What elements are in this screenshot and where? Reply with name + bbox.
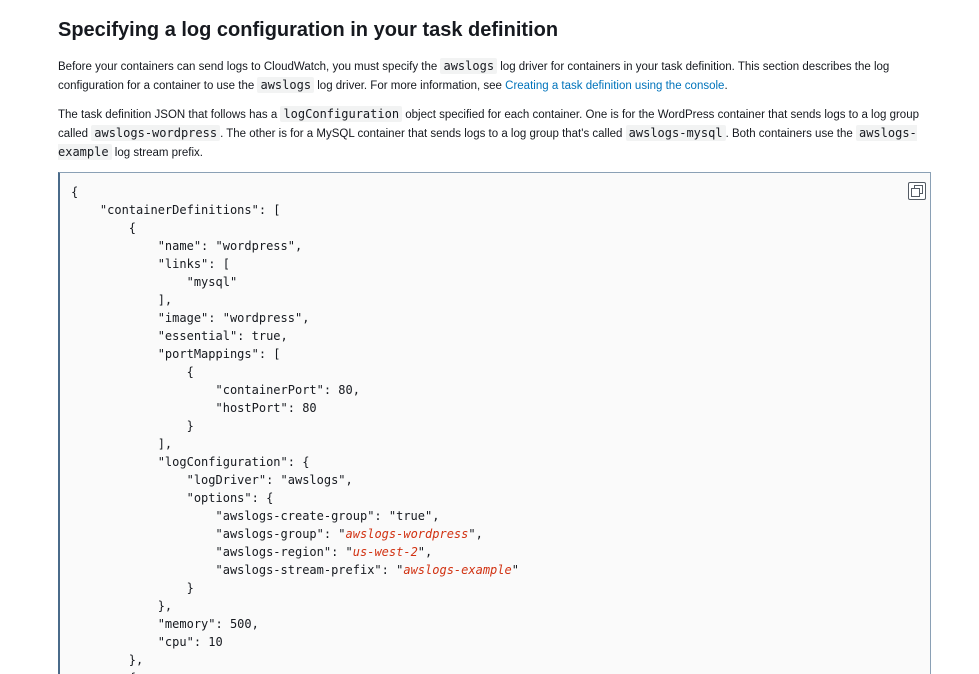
code-line: "links": [ bbox=[71, 255, 930, 273]
creating-task-definition-link[interactable]: Creating a task definition using the con… bbox=[505, 80, 724, 92]
code-line: "awslogs-create-group": "true", bbox=[71, 507, 930, 525]
code-text: "essential": true, bbox=[71, 329, 288, 343]
copy-button[interactable] bbox=[908, 182, 926, 200]
para2-text-5: log stream prefix. bbox=[111, 147, 203, 159]
code-line: } bbox=[71, 417, 930, 435]
inline-code-awslogs-2: awslogs bbox=[257, 77, 315, 93]
code-text: "links": [ bbox=[71, 257, 230, 271]
code-line: "logConfiguration": { bbox=[71, 453, 930, 471]
code-text: }, bbox=[71, 653, 144, 667]
code-line: "name": "wordpress", bbox=[71, 237, 930, 255]
code-text: "logConfiguration": { bbox=[71, 455, 310, 469]
inline-code-awslogs: awslogs bbox=[440, 58, 498, 74]
code-text: "logDriver": "awslogs", bbox=[71, 473, 353, 487]
code-line: }, bbox=[71, 597, 930, 615]
code-text: "awslogs-stream-prefix": " bbox=[71, 563, 404, 577]
code-line: "containerDefinitions": [ bbox=[71, 201, 930, 219]
code-line: "options": { bbox=[71, 489, 930, 507]
code-text: { bbox=[71, 221, 137, 235]
para2-text-1: The task definition JSON that follows ha… bbox=[58, 109, 281, 121]
code-listing: { "containerDefinitions": [ { "name": "w… bbox=[60, 173, 930, 674]
code-line: ], bbox=[71, 291, 930, 309]
para2-text-4: . Both containers use the bbox=[725, 128, 856, 140]
code-text: "awslogs-create-group": "true", bbox=[71, 509, 440, 523]
code-line: "awslogs-group": "awslogs-wordpress", bbox=[71, 525, 930, 543]
code-text: "containerDefinitions": [ bbox=[71, 203, 281, 217]
code-line: { bbox=[71, 219, 930, 237]
code-line: { bbox=[71, 363, 930, 381]
code-text: "options": { bbox=[71, 491, 274, 505]
code-line: "logDriver": "awslogs", bbox=[71, 471, 930, 489]
code-line: } bbox=[71, 579, 930, 597]
code-line: "image": "wordpress", bbox=[71, 309, 930, 327]
code-block: { "containerDefinitions": [ { "name": "w… bbox=[58, 172, 931, 674]
code-line: "hostPort": 80 bbox=[71, 399, 930, 417]
inline-code-awslogs-wordpress: awslogs-wordpress bbox=[91, 125, 221, 141]
code-line: { bbox=[71, 669, 930, 674]
code-line: ], bbox=[71, 435, 930, 453]
code-text: "cpu": 10 bbox=[71, 635, 223, 649]
code-line: "awslogs-stream-prefix": "awslogs-exampl… bbox=[71, 561, 930, 579]
code-line: "awslogs-region": "us-west-2", bbox=[71, 543, 930, 561]
code-text: } bbox=[71, 419, 194, 433]
code-line: "memory": 500, bbox=[71, 615, 930, 633]
main-content: Specifying a log configuration in your t… bbox=[58, 16, 933, 162]
para2-text-3: . The other is for a MySQL container tha… bbox=[220, 128, 626, 140]
code-text: "portMappings": [ bbox=[71, 347, 281, 361]
description-paragraph: The task definition JSON that follows ha… bbox=[58, 105, 928, 162]
code-text: "awslogs-region": " bbox=[71, 545, 353, 559]
para1-text-1: Before your containers can send logs to … bbox=[58, 61, 441, 73]
code-line: "containerPort": 80, bbox=[71, 381, 930, 399]
code-text: { bbox=[71, 185, 79, 199]
code-line: "portMappings": [ bbox=[71, 345, 930, 363]
code-text: "hostPort": 80 bbox=[71, 401, 317, 415]
code-text: " bbox=[511, 563, 519, 577]
code-text: "awslogs-group": " bbox=[71, 527, 346, 541]
para1-text-3: log driver. For more information, see bbox=[314, 80, 506, 92]
code-line: "mysql" bbox=[71, 273, 930, 291]
inline-code-awslogs-mysql: awslogs-mysql bbox=[625, 125, 726, 141]
code-text: }, bbox=[71, 599, 173, 613]
code-line: }, bbox=[71, 651, 930, 669]
code-value-placeholder: awslogs-example bbox=[403, 563, 512, 577]
code-text: } bbox=[71, 581, 194, 595]
code-line: "essential": true, bbox=[71, 327, 930, 345]
para1-text-4: . bbox=[724, 80, 728, 92]
inline-code-logconfiguration: logConfiguration bbox=[280, 106, 403, 122]
code-value-placeholder: us-west-2 bbox=[352, 545, 418, 559]
intro-paragraph: Before your containers can send logs to … bbox=[58, 57, 928, 95]
code-text: ], bbox=[71, 437, 173, 451]
code-text: "mysql" bbox=[71, 275, 238, 289]
code-text: "memory": 500, bbox=[71, 617, 259, 631]
code-text: ", bbox=[468, 527, 483, 541]
code-text: "name": "wordpress", bbox=[71, 239, 303, 253]
code-value-placeholder: awslogs-wordpress bbox=[345, 527, 469, 541]
copy-icon bbox=[911, 185, 923, 197]
code-text: ], bbox=[71, 293, 173, 307]
code-text: ", bbox=[417, 545, 433, 559]
section-title: Specifying a log configuration in your t… bbox=[58, 19, 559, 41]
code-text: "image": "wordpress", bbox=[71, 311, 310, 325]
code-text: "containerPort": 80, bbox=[71, 383, 360, 397]
code-line: { bbox=[71, 183, 930, 201]
code-line: "cpu": 10 bbox=[71, 633, 930, 651]
code-text: { bbox=[71, 365, 194, 379]
